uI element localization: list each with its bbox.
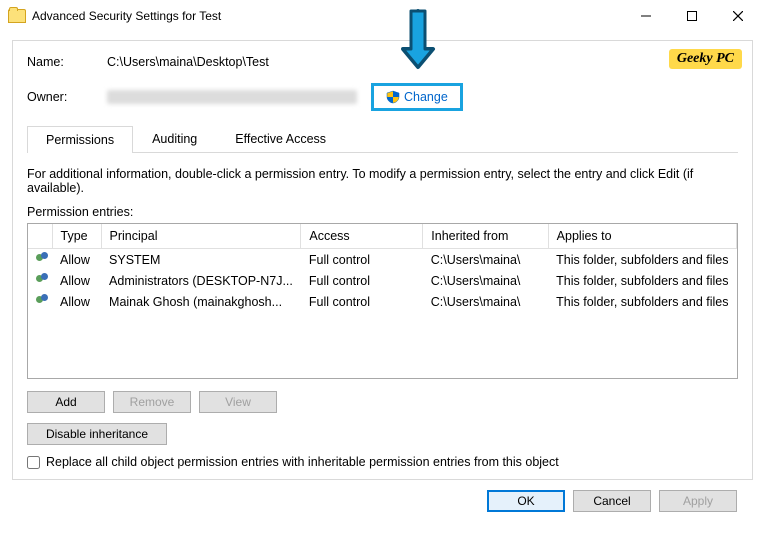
col-icon[interactable] [28, 224, 52, 249]
col-access[interactable]: Access [301, 224, 423, 249]
cell-principal: Administrators (DESKTOP-N7J... [101, 270, 301, 291]
add-button[interactable]: Add [27, 391, 105, 413]
col-inherited[interactable]: Inherited from [423, 224, 548, 249]
tab-effective-access[interactable]: Effective Access [216, 125, 345, 152]
replace-child-label: Replace all child object permission entr… [46, 455, 559, 469]
col-principal[interactable]: Principal [101, 224, 301, 249]
permission-entries-grid[interactable]: Type Principal Access Inherited from App… [27, 223, 738, 379]
owner-label: Owner: [27, 90, 107, 104]
cell-principal: SYSTEM [101, 249, 301, 271]
window-title: Advanced Security Settings for Test [32, 9, 221, 23]
name-label: Name: [27, 55, 107, 69]
view-button[interactable]: View [199, 391, 277, 413]
name-value: C:\Users\maina\Desktop\Test [107, 55, 269, 69]
table-row[interactable]: AllowAdministrators (DESKTOP-N7J...Full … [28, 270, 737, 291]
cell-access: Full control [301, 270, 423, 291]
maximize-button[interactable] [669, 1, 715, 31]
col-applies[interactable]: Applies to [548, 224, 736, 249]
close-button[interactable] [715, 1, 761, 31]
remove-button[interactable]: Remove [113, 391, 191, 413]
owner-value-redacted [107, 90, 357, 104]
cell-applies: This folder, subfolders and files [548, 249, 736, 271]
cell-type: Allow [52, 270, 101, 291]
tab-bar: Permissions Auditing Effective Access [27, 125, 738, 153]
folder-icon [8, 9, 26, 23]
cell-type: Allow [52, 249, 101, 271]
annotation-arrow [397, 5, 439, 95]
ok-button[interactable]: OK [487, 490, 565, 512]
minimize-button[interactable] [623, 1, 669, 31]
tab-auditing[interactable]: Auditing [133, 125, 216, 152]
cell-applies: This folder, subfolders and files [548, 291, 736, 312]
disable-inheritance-button[interactable]: Disable inheritance [27, 423, 167, 445]
replace-child-checkbox[interactable] [27, 456, 40, 469]
cell-principal: Mainak Ghosh (mainakghosh... [101, 291, 301, 312]
window-controls [623, 1, 761, 31]
cell-access: Full control [301, 249, 423, 271]
cell-inherited: C:\Users\maina\ [423, 270, 548, 291]
titlebar: Advanced Security Settings for Test [0, 0, 765, 32]
cancel-button[interactable]: Cancel [573, 490, 651, 512]
table-row[interactable]: AllowSYSTEMFull controlC:\Users\maina\Th… [28, 249, 737, 271]
info-text: For additional information, double-click… [27, 167, 738, 195]
cell-access: Full control [301, 291, 423, 312]
cell-applies: This folder, subfolders and files [548, 270, 736, 291]
tab-permissions[interactable]: Permissions [27, 126, 133, 153]
users-icon [36, 273, 52, 285]
main-panel: Geeky PC Name: C:\Users\maina\Desktop\Te… [12, 40, 753, 480]
cell-inherited: C:\Users\maina\ [423, 291, 548, 312]
entries-label: Permission entries: [27, 205, 738, 219]
cell-type: Allow [52, 291, 101, 312]
dialog-footer: OK Cancel Apply [12, 480, 753, 512]
users-icon [36, 252, 52, 264]
cell-inherited: C:\Users\maina\ [423, 249, 548, 271]
table-row[interactable]: AllowMainak Ghosh (mainakghosh...Full co… [28, 291, 737, 312]
users-icon [36, 294, 52, 306]
col-type[interactable]: Type [52, 224, 101, 249]
apply-button[interactable]: Apply [659, 490, 737, 512]
watermark: Geeky PC [669, 49, 742, 69]
